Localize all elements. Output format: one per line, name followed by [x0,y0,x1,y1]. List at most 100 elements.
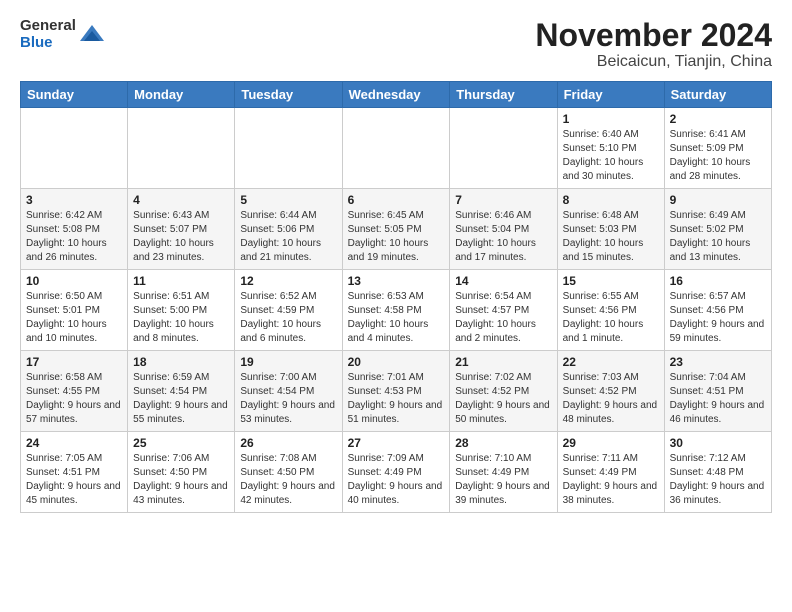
day-number: 30 [670,436,766,450]
calendar-cell: 20Sunrise: 7:01 AM Sunset: 4:53 PM Dayli… [342,351,450,432]
weekday-header-thursday: Thursday [450,82,557,108]
calendar-cell: 16 Sunrise: 6:57 AM Sunset: 4:56 PM Dayli… [664,270,771,351]
day-info: Sunrise: 6:53 AM Sunset: 4:58 PM Dayligh… [348,290,445,346]
day-info: Sunrise: 6:54 AM Sunset: 4:57 PM Dayligh… [455,290,551,346]
day-info: Sunrise: 6:58 AM Sunset: 4:55 PM Dayligh… [26,371,122,427]
day-number: 4 [133,193,229,207]
day-number: 1 [563,112,659,126]
calendar-cell: 19 Sunrise: 7:00 AM Sunset: 4:54 PM Dayli… [235,351,342,432]
calendar-cell: 24 Sunrise: 7:05 AM Sunset: 4:51 PM Dayli… [21,432,128,513]
day-number: 13 [348,274,445,288]
weekday-header-saturday: Saturday [664,82,771,108]
day-info: Sunrise: 6:49 AM Sunset: 5:02 PM Dayligh… [670,209,766,265]
calendar-cell: 8 Sunrise: 6:48 AM Sunset: 5:03 PM Daylig… [557,189,664,270]
calendar-week-row: 10 Sunrise: 6:50 AM Sunset: 5:01 PM Dayli… [21,270,772,351]
calendar-cell: 14 Sunrise: 6:54 AM Sunset: 4:57 PM Dayli… [450,270,557,351]
calendar-cell [21,108,128,189]
logo-icon [78,21,106,49]
calendar-cell [342,108,450,189]
day-number: 10 [26,274,122,288]
calendar-body: 1 Sunrise: 6:40 AM Sunset: 5:10 PM Daylig… [21,108,772,513]
day-number: 9 [670,193,766,207]
calendar-cell: 7Sunrise: 6:46 AM Sunset: 5:04 PM Daylig… [450,189,557,270]
day-info: Sunrise: 6:40 AM Sunset: 5:10 PM Dayligh… [563,128,659,184]
day-number: 24 [26,436,122,450]
day-info: Sunrise: 6:51 AM Sunset: 5:00 PM Dayligh… [133,290,229,346]
day-info: Sunrise: 6:48 AM Sunset: 5:03 PM Dayligh… [563,209,659,265]
calendar-cell: 22 Sunrise: 7:03 AM Sunset: 4:52 PM Dayli… [557,351,664,432]
calendar-week-row: 17 Sunrise: 6:58 AM Sunset: 4:55 PM Dayli… [21,351,772,432]
day-number: 16 [670,274,766,288]
calendar-table: SundayMondayTuesdayWednesdayThursdayFrid… [20,81,772,513]
calendar-cell: 6 Sunrise: 6:45 AM Sunset: 5:05 PM Daylig… [342,189,450,270]
day-number: 25 [133,436,229,450]
header: General Blue November 2024 Beicaicun, Ti… [20,18,772,71]
day-info: Sunrise: 7:11 AM Sunset: 4:49 PM Dayligh… [563,452,659,508]
day-number: 27 [348,436,445,450]
calendar-cell: 17 Sunrise: 6:58 AM Sunset: 4:55 PM Dayli… [21,351,128,432]
calendar-subtitle: Beicaicun, Tianjin, China [535,53,772,71]
calendar-cell: 11 Sunrise: 6:51 AM Sunset: 5:00 PM Dayli… [128,270,235,351]
title-block: November 2024 Beicaicun, Tianjin, China [535,18,772,71]
day-number: 8 [563,193,659,207]
day-number: 19 [240,355,336,369]
calendar-cell [235,108,342,189]
day-info: Sunrise: 7:05 AM Sunset: 4:51 PM Dayligh… [26,452,122,508]
day-info: Sunrise: 6:41 AM Sunset: 5:09 PM Dayligh… [670,128,766,184]
day-number: 2 [670,112,766,126]
calendar-cell [450,108,557,189]
calendar-cell: 25 Sunrise: 7:06 AM Sunset: 4:50 PM Dayli… [128,432,235,513]
day-info: Sunrise: 6:44 AM Sunset: 5:06 PM Dayligh… [240,209,336,265]
calendar-cell: 13 Sunrise: 6:53 AM Sunset: 4:58 PM Dayli… [342,270,450,351]
weekday-header-tuesday: Tuesday [235,82,342,108]
day-info: Sunrise: 7:12 AM Sunset: 4:48 PM Dayligh… [670,452,766,508]
day-number: 21 [455,355,551,369]
day-info: Sunrise: 6:50 AM Sunset: 5:01 PM Dayligh… [26,290,122,346]
day-info: Sunrise: 7:06 AM Sunset: 4:50 PM Dayligh… [133,452,229,508]
day-info: Sunrise: 6:45 AM Sunset: 5:05 PM Dayligh… [348,209,445,265]
day-info: Sunrise: 6:52 AM Sunset: 4:59 PM Dayligh… [240,290,336,346]
calendar-cell: 9 Sunrise: 6:49 AM Sunset: 5:02 PM Daylig… [664,189,771,270]
day-number: 26 [240,436,336,450]
logo: General Blue [20,18,106,51]
day-number: 15 [563,274,659,288]
day-number: 11 [133,274,229,288]
day-info: Sunrise: 6:43 AM Sunset: 5:07 PM Dayligh… [133,209,229,265]
day-number: 20 [348,355,445,369]
calendar-cell: 15 Sunrise: 6:55 AM Sunset: 4:56 PM Dayli… [557,270,664,351]
day-info: Sunrise: 7:02 AM Sunset: 4:52 PM Dayligh… [455,371,551,427]
day-info: Sunrise: 7:09 AM Sunset: 4:49 PM Dayligh… [348,452,445,508]
day-info: Sunrise: 6:59 AM Sunset: 4:54 PM Dayligh… [133,371,229,427]
logo-text: General Blue [20,18,76,51]
calendar-week-row: 24 Sunrise: 7:05 AM Sunset: 4:51 PM Dayli… [21,432,772,513]
logo-blue: Blue [20,34,53,51]
day-info: Sunrise: 7:10 AM Sunset: 4:49 PM Dayligh… [455,452,551,508]
calendar-week-row: 3 Sunrise: 6:42 AM Sunset: 5:08 PM Daylig… [21,189,772,270]
day-number: 5 [240,193,336,207]
day-info: Sunrise: 7:03 AM Sunset: 4:52 PM Dayligh… [563,371,659,427]
calendar-cell: 5 Sunrise: 6:44 AM Sunset: 5:06 PM Daylig… [235,189,342,270]
day-number: 23 [670,355,766,369]
page: General Blue November 2024 Beicaicun, Ti… [0,0,792,525]
day-number: 28 [455,436,551,450]
day-number: 6 [348,193,445,207]
weekday-header-monday: Monday [128,82,235,108]
day-number: 22 [563,355,659,369]
weekday-header-friday: Friday [557,82,664,108]
day-info: Sunrise: 6:55 AM Sunset: 4:56 PM Dayligh… [563,290,659,346]
day-info: Sunrise: 6:42 AM Sunset: 5:08 PM Dayligh… [26,209,122,265]
calendar-cell: 27 Sunrise: 7:09 AM Sunset: 4:49 PM Dayli… [342,432,450,513]
day-number: 3 [26,193,122,207]
calendar-cell: 28 Sunrise: 7:10 AM Sunset: 4:49 PM Dayli… [450,432,557,513]
day-info: Sunrise: 7:00 AM Sunset: 4:54 PM Dayligh… [240,371,336,427]
day-number: 18 [133,355,229,369]
day-number: 17 [26,355,122,369]
day-info: Sunrise: 6:57 AM Sunset: 4:56 PM Dayligh… [670,290,766,346]
day-info: Sunrise: 7:04 AM Sunset: 4:51 PM Dayligh… [670,371,766,427]
calendar-header: SundayMondayTuesdayWednesdayThursdayFrid… [21,82,772,108]
weekday-header-row: SundayMondayTuesdayWednesdayThursdayFrid… [21,82,772,108]
day-number: 14 [455,274,551,288]
calendar-cell: 12Sunrise: 6:52 AM Sunset: 4:59 PM Dayli… [235,270,342,351]
calendar-cell: 26Sunrise: 7:08 AM Sunset: 4:50 PM Dayli… [235,432,342,513]
calendar-cell: 10 Sunrise: 6:50 AM Sunset: 5:01 PM Dayli… [21,270,128,351]
